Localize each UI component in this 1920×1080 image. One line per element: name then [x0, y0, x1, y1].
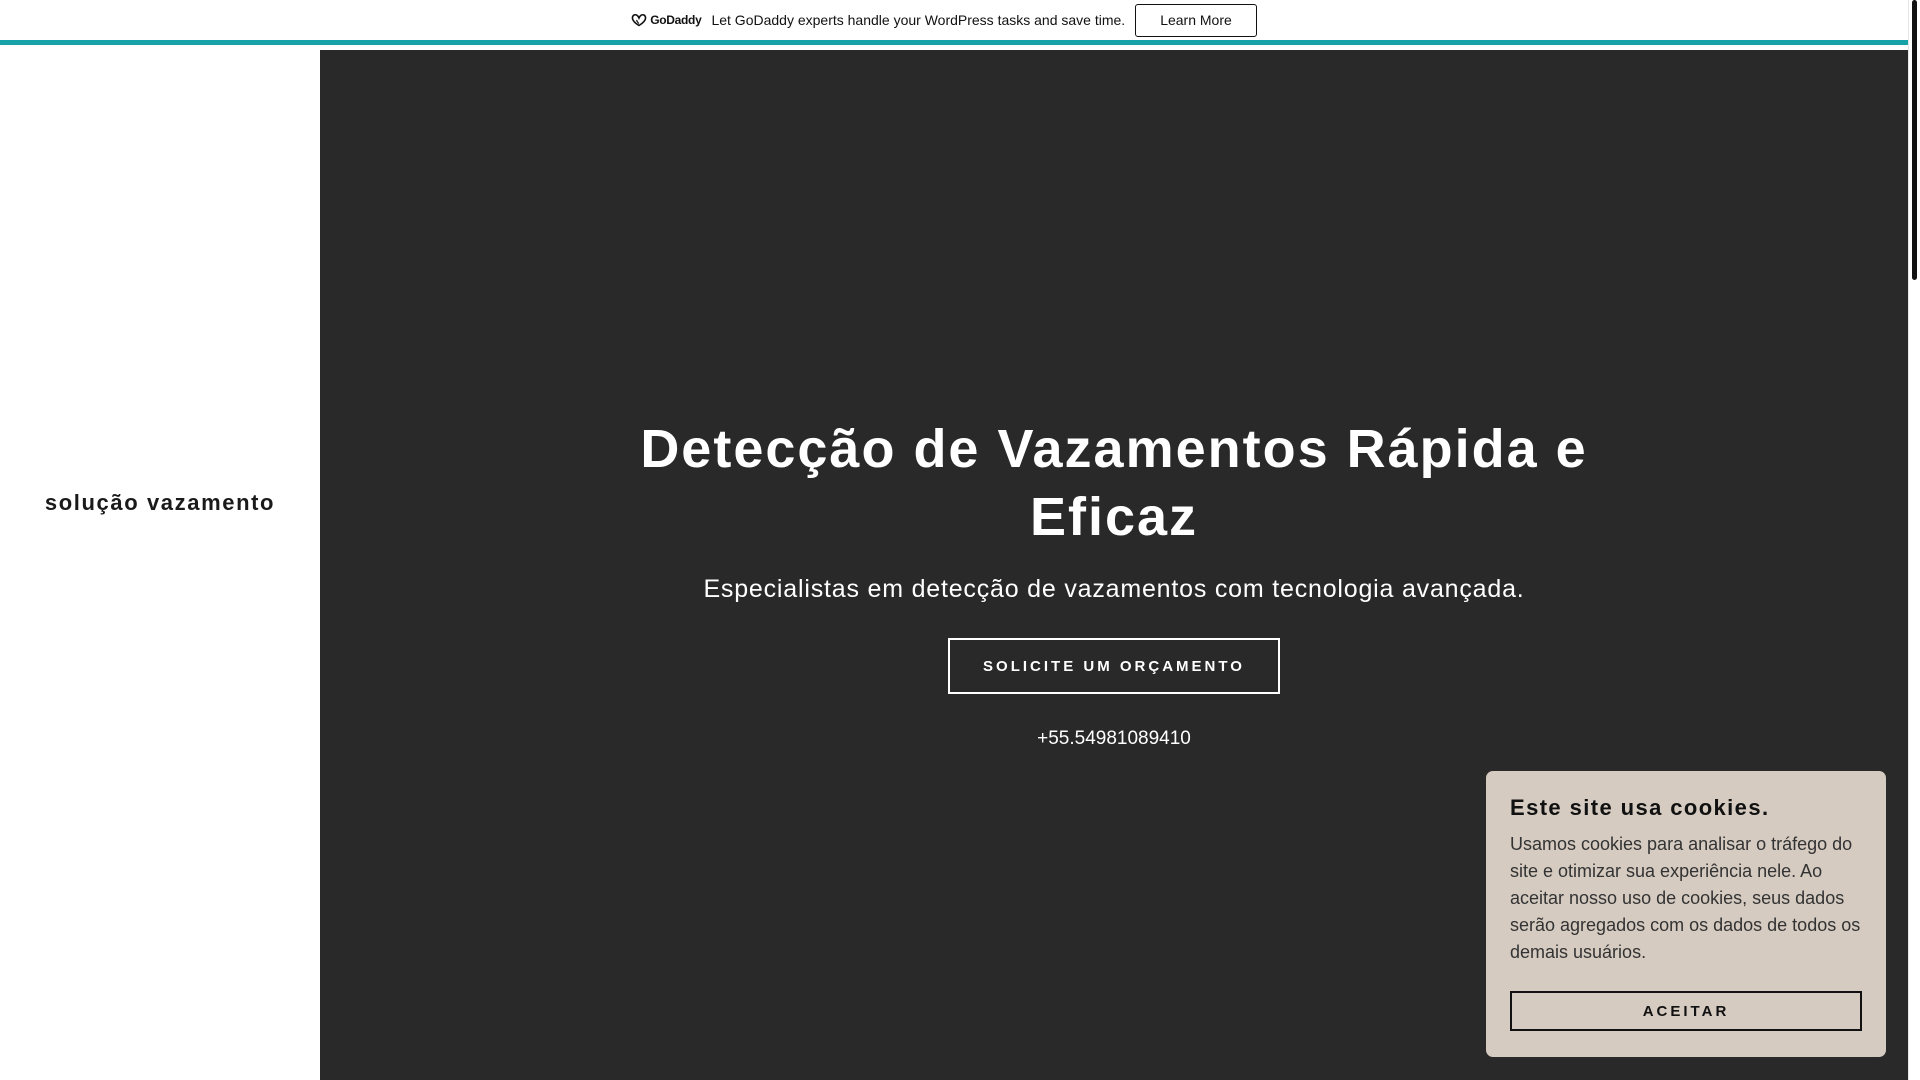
cookie-banner: Este site usa cookies. Usamos cookies pa… [1486, 771, 1886, 1057]
scrollbar[interactable] [1908, 0, 1920, 1080]
cookie-text: Usamos cookies para analisar o tráfego d… [1510, 834, 1861, 962]
phone-link[interactable]: +55.54981089410 [1037, 728, 1191, 750]
godaddy-logo-text: GoDaddy [650, 13, 702, 27]
request-quote-button[interactable]: SOLICITE UM ORÇAMENTO [948, 638, 1280, 694]
learn-more-button[interactable]: Learn More [1135, 3, 1257, 37]
accept-cookies-button[interactable]: ACEITAR [1510, 991, 1862, 1031]
scrollbar-thumb[interactable] [1912, 0, 1917, 280]
site-title[interactable]: solução vazamento [0, 490, 320, 516]
promo-content: GoDaddy Let GoDaddy experts handle your … [631, 3, 1257, 37]
godaddy-logo: GoDaddy [631, 13, 702, 27]
sidebar: solução vazamento [0, 50, 320, 1080]
hero-content: Detecção de Vazamentos Rápida e Eficaz E… [320, 415, 1908, 750]
cookie-title: Este site usa cookies. [1510, 795, 1770, 820]
promo-banner: GoDaddy Let GoDaddy experts handle your … [0, 0, 1908, 45]
hero-title: Detecção de Vazamentos Rápida e Eficaz [640, 419, 1588, 547]
hero-subtitle: Especialistas em detecção de vazamentos … [703, 575, 1525, 603]
promo-message: Let GoDaddy experts handle your WordPres… [711, 12, 1126, 28]
godaddy-icon [631, 13, 647, 27]
